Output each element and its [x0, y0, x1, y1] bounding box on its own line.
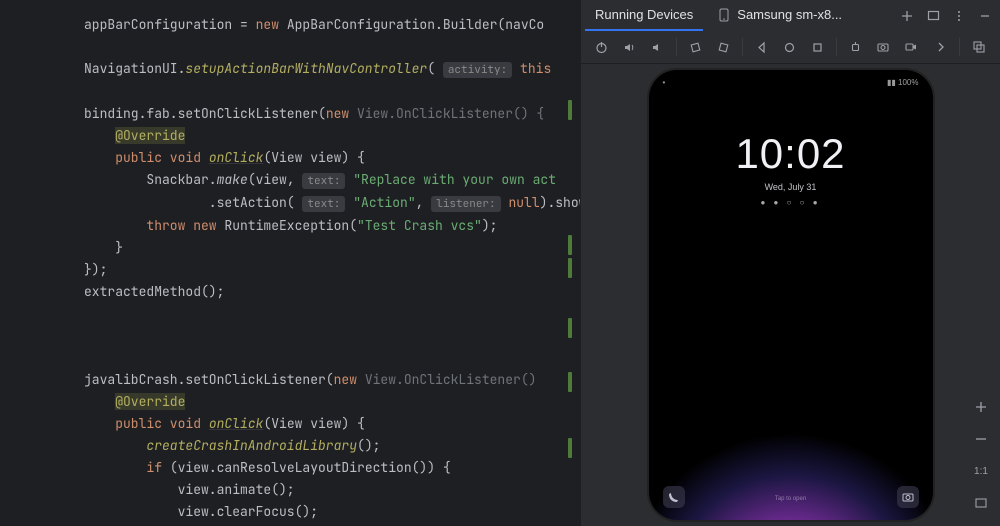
volume-up-icon[interactable] — [617, 34, 643, 60]
home-icon[interactable] — [777, 34, 803, 60]
layers-icon[interactable] — [966, 34, 992, 60]
tab-label: Samsung sm-x8... — [737, 7, 842, 22]
volume-down-icon[interactable] — [644, 34, 670, 60]
up-icon[interactable] — [843, 34, 869, 60]
chevron-right-icon[interactable] — [928, 34, 954, 60]
fit-icon[interactable] — [968, 490, 994, 516]
minimize-icon[interactable] — [974, 5, 996, 27]
rotate-right-icon[interactable] — [710, 34, 736, 60]
zoom-ratio-button[interactable]: 1:1 — [968, 458, 994, 484]
screenshot-icon[interactable] — [871, 34, 897, 60]
tab-running-devices[interactable]: Running Devices — [585, 1, 703, 31]
add-tab-button[interactable] — [896, 5, 918, 27]
window-button[interactable] — [922, 5, 944, 27]
toolwindow-tabs: Running Devices Samsung sm-x8... — [581, 0, 1000, 31]
device-clock: 10:02 — [649, 130, 933, 178]
code-editor[interactable]: appBarConfiguration = new AppBarConfigur… — [0, 0, 580, 526]
overview-icon[interactable] — [804, 34, 830, 60]
more-icon[interactable] — [948, 5, 970, 27]
running-devices-toolwindow: Running Devices Samsung sm-x8... — [580, 0, 1000, 526]
record-icon[interactable] — [898, 34, 924, 60]
rotate-left-icon[interactable] — [683, 34, 709, 60]
device-screen[interactable]: •▮▮ 100% 10:02 Wed, July 31 ● ● ○ ○ ● Ta… — [649, 70, 933, 520]
power-icon[interactable] — [589, 34, 615, 60]
zoom-controls: 1:1 — [966, 394, 996, 516]
zoom-in-icon[interactable] — [968, 394, 994, 420]
device-hint-text: Tap to open — [649, 496, 933, 502]
device-toolbar — [581, 31, 1000, 64]
device-status-bar: •▮▮ 100% — [649, 78, 933, 87]
device-display-area: •▮▮ 100% 10:02 Wed, July 31 ● ● ○ ○ ● Ta… — [581, 64, 1000, 526]
override-annotation: @Override — [115, 127, 185, 144]
camera-app-icon[interactable] — [897, 486, 919, 508]
device-date: Wed, July 31 — [649, 182, 933, 192]
override-annotation: @Override — [115, 393, 185, 410]
tab-label: Running Devices — [595, 7, 693, 22]
back-icon[interactable] — [749, 34, 775, 60]
tab-device-samsung[interactable]: Samsung sm-x8... — [707, 1, 852, 31]
phone-icon — [717, 8, 731, 22]
zoom-out-icon[interactable] — [968, 426, 994, 452]
device-indicators: ● ● ○ ○ ● — [649, 198, 933, 207]
